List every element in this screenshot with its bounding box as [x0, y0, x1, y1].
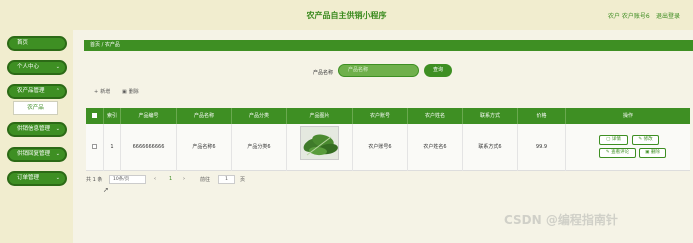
- mouse-cursor-icon: ➚: [103, 186, 109, 194]
- col-header: 价格: [518, 108, 566, 124]
- header: 农产品自主供销小程序 农户 农户账号6 退出登录: [0, 0, 693, 30]
- sidebar-subitem-product[interactable]: 农产品: [13, 101, 58, 115]
- product-image: [300, 126, 339, 160]
- sidebar-item-product-mgmt[interactable]: 农产品管理 ⌃: [7, 84, 67, 99]
- cell-name: 产品名称6: [177, 124, 232, 171]
- breadcrumb-home[interactable]: 首页: [90, 42, 100, 48]
- col-header: 产品编号: [121, 108, 177, 124]
- prev-page-icon[interactable]: ‹: [154, 176, 156, 182]
- current-page[interactable]: 1: [169, 176, 172, 182]
- add-label: 新增: [100, 89, 111, 95]
- col-header: 索引: [104, 108, 121, 124]
- cell-code: 6666666666: [121, 124, 177, 171]
- breadcrumb-separator: /: [101, 42, 104, 48]
- search-input[interactable]: 产品名称: [338, 64, 419, 77]
- goto-page-input[interactable]: 1: [218, 175, 235, 184]
- cell-index: 1: [104, 124, 121, 171]
- watermark: CSDN @编程指南针: [504, 213, 618, 227]
- plus-icon: +: [94, 89, 99, 95]
- col-header: 农户账号: [353, 108, 408, 124]
- app-root: 农产品自主供销小程序 农户 农户账号6 退出登录 首页 个人中心 ⌄ 农产品管理 ⌃…: [0, 0, 693, 243]
- search-label: 产品名称: [313, 70, 334, 76]
- chevron-down-icon: ⌄: [55, 175, 60, 181]
- sidebar-item-personal-center[interactable]: 个人中心 ⌄: [7, 60, 67, 75]
- col-header: 产品分类: [232, 108, 287, 124]
- cell-farmer-name: 农户姓名6: [408, 124, 463, 171]
- table-row: 1 6666666666 产品名称6 产品分类6 农户账号6 农户姓名6 联系方…: [86, 124, 690, 171]
- delete-label: 删除: [128, 89, 139, 95]
- trash-icon: ▣: [122, 89, 127, 95]
- delete-button[interactable]: ▣ 删除: [122, 88, 139, 95]
- sidebar-item-reply-mgmt[interactable]: 供销回复管理 ⌄: [7, 147, 67, 162]
- sidebar: 首页 个人中心 ⌄ 农产品管理 ⌃ 农产品 供销信息管理 ⌄ 供销回复管理 ⌄ 订单管理…: [0, 30, 73, 243]
- col-header: 联系方式: [463, 108, 518, 124]
- sidebar-item-label: 首页: [17, 40, 29, 46]
- sidebar-item-home[interactable]: 首页: [7, 36, 67, 51]
- sidebar-item-label: 订单管理: [17, 175, 40, 181]
- goto-label: 前往: [200, 177, 211, 183]
- user-info[interactable]: 农户 农户账号6: [608, 11, 650, 20]
- row-delete-button[interactable]: ▣ 删除: [639, 148, 666, 158]
- breadcrumb: 首页 / 农产品: [84, 40, 693, 51]
- sidebar-item-order-mgmt[interactable]: 订单管理 ⌄: [7, 171, 67, 186]
- edit-label: 修改: [643, 137, 653, 142]
- sidebar-item-label: 农产品管理: [17, 88, 45, 94]
- sidebar-item-label: 供销回复管理: [17, 151, 51, 157]
- col-header: 农户姓名: [408, 108, 463, 124]
- detail-button[interactable]: ▢ 详情: [599, 135, 628, 145]
- cell-category: 产品分类6: [232, 124, 287, 171]
- chevron-down-icon: ⌄: [55, 64, 60, 70]
- col-header: 产品图片: [287, 108, 353, 124]
- row-checkbox[interactable]: [92, 144, 97, 149]
- cell-operations: ▢ 详情 ✎ 修改 ✎ 查看评论 ▣ 删除: [599, 124, 690, 171]
- next-page-icon[interactable]: ›: [183, 176, 185, 182]
- logout-link[interactable]: 退出登录: [656, 11, 680, 20]
- row-delete-label: 删除: [650, 150, 660, 155]
- page-size-select[interactable]: 10条/页: [109, 175, 146, 184]
- page-unit-label: 页: [240, 177, 246, 183]
- chevron-up-icon: ⌃: [55, 88, 60, 94]
- total-count: 共 1 条: [86, 177, 103, 183]
- col-header: 产品名称: [177, 108, 232, 124]
- select-all-cell: [86, 108, 104, 124]
- col-header: 操作: [622, 113, 633, 119]
- chevron-down-icon: ⌄: [55, 126, 60, 132]
- add-button[interactable]: + 新增: [94, 88, 110, 95]
- app-title: 农产品自主供销小程序: [306, 11, 387, 20]
- cell-price: 99.9: [518, 124, 566, 171]
- edit-button[interactable]: ✎ 修改: [632, 135, 659, 145]
- breadcrumb-current: 农产品: [104, 42, 120, 48]
- cell-contact: 联系方式6: [463, 124, 518, 171]
- cell-farmer-account: 农户账号6: [353, 124, 408, 171]
- sidebar-item-label: 个人中心: [17, 64, 40, 70]
- view-comments-label: 查看评论: [611, 150, 630, 155]
- search-button[interactable]: 查询: [424, 64, 452, 77]
- detail-label: 详情: [611, 137, 621, 142]
- table-header: 索引 产品编号 产品名称 产品分类 产品图片 农户账号 农户姓名 联系方式 价格…: [86, 108, 690, 124]
- view-comments-button[interactable]: ✎ 查看评论: [599, 148, 636, 158]
- pagination: 共 1 条 10条/页 ‹ 1 › 前往 1 页: [86, 175, 386, 188]
- chevron-down-icon: ⌄: [55, 151, 60, 157]
- sidebar-item-label: 供销信息管理: [17, 126, 51, 132]
- row-select-cell: [86, 124, 104, 171]
- select-all-checkbox[interactable]: [92, 113, 97, 118]
- sidebar-item-supply-mgmt[interactable]: 供销信息管理 ⌄: [7, 122, 67, 137]
